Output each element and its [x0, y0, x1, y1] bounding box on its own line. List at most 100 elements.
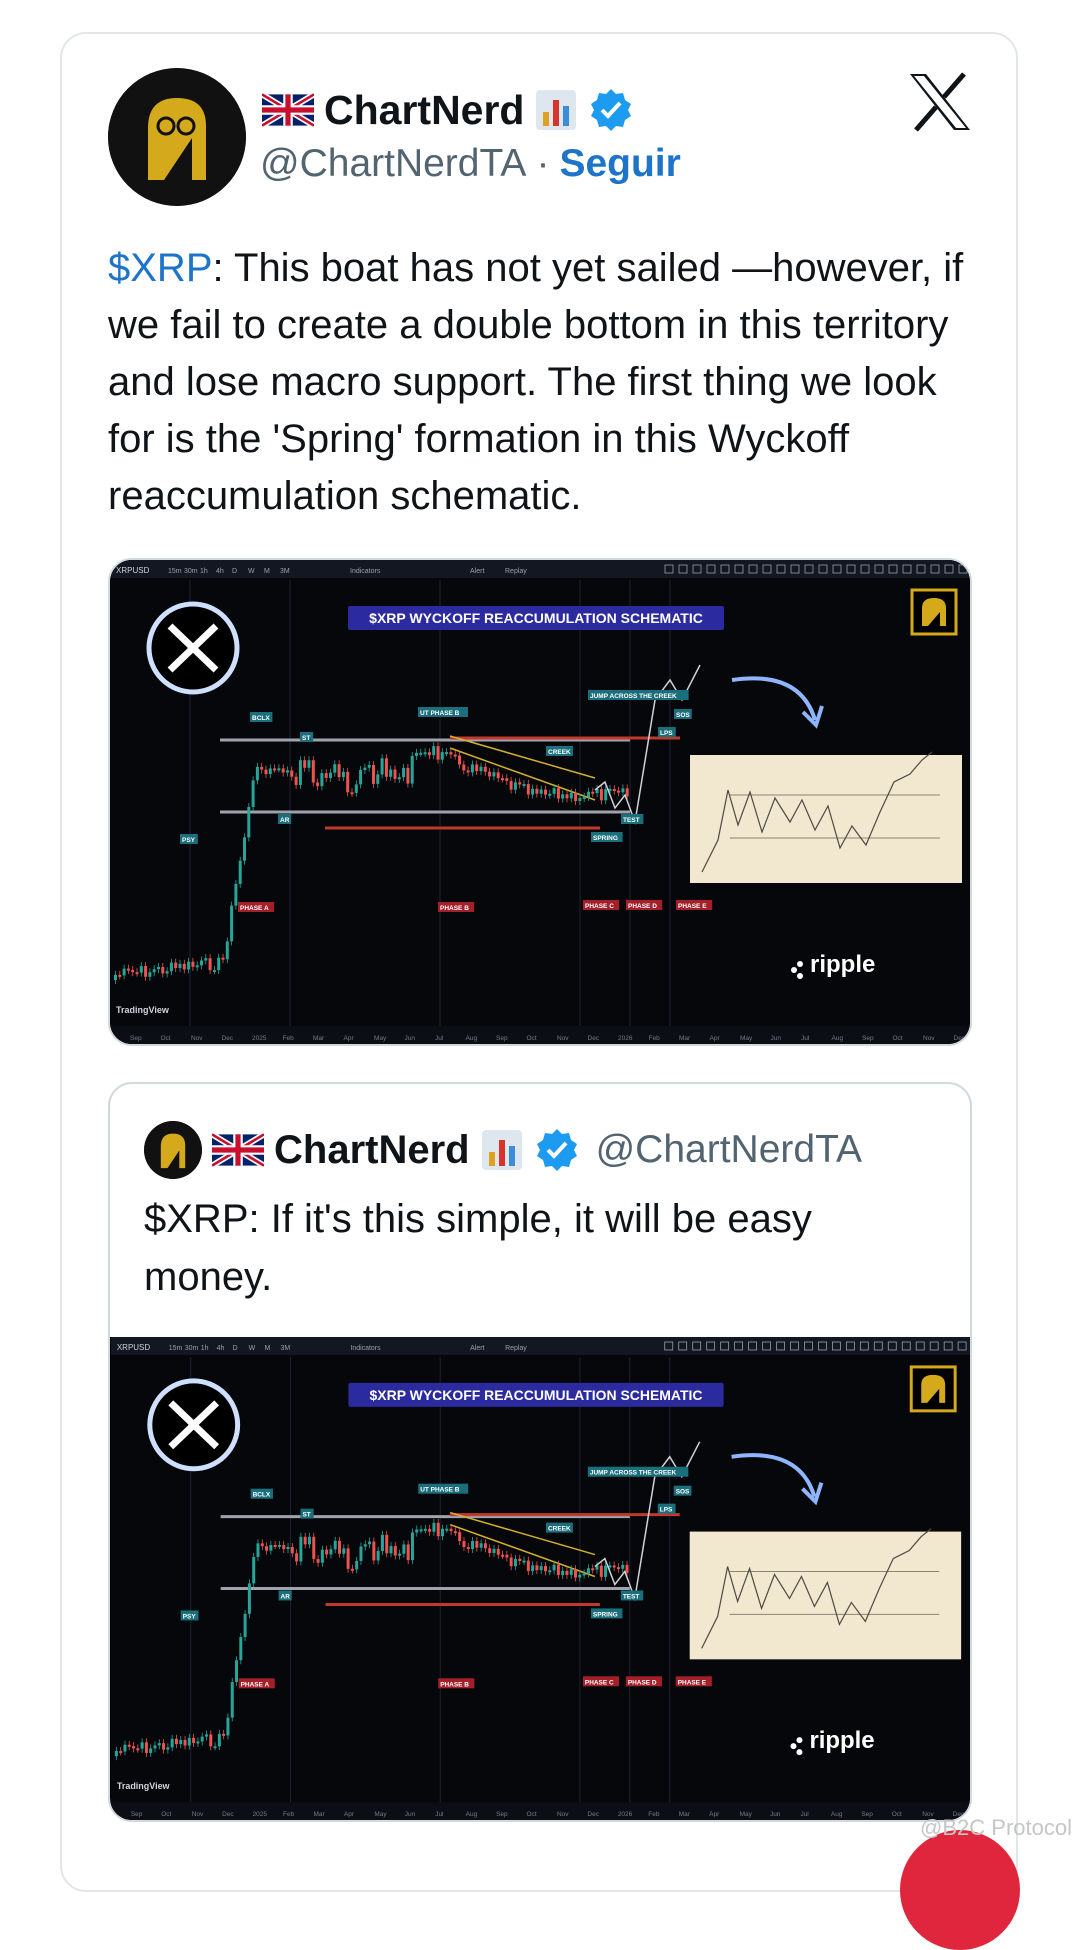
x-axis-tick: 2026: [618, 1811, 633, 1818]
candle-body: [243, 1613, 247, 1638]
candle-body: [282, 1544, 286, 1550]
candle-body: [320, 1549, 324, 1563]
timeframe-button: W: [248, 568, 255, 575]
candle-body: [286, 770, 289, 773]
quote-media-chart[interactable]: XRPUSD 15m 30m 1h 4h D W M 3M Indicators Alert Repl…: [110, 1337, 970, 1820]
candle-body: [277, 768, 281, 771]
candle-body: [548, 793, 552, 796]
candle-body: [582, 796, 586, 799]
candle-body: [307, 760, 311, 768]
candle-body: [406, 767, 410, 784]
timeframe-button: 15m: [168, 568, 182, 575]
x-axis-tick: Jul: [435, 1035, 444, 1042]
candle-body: [599, 789, 603, 801]
x-axis-tick: Nov: [191, 1035, 203, 1042]
candle-body: [252, 1556, 256, 1584]
candle-body: [144, 966, 148, 977]
follow-button[interactable]: Seguir: [559, 142, 680, 186]
candle-body: [350, 792, 354, 795]
candle-body: [402, 767, 406, 778]
quote-author-handle[interactable]: @ChartNerdTA: [596, 1128, 862, 1172]
candle-body: [440, 752, 444, 760]
candle-body: [329, 772, 332, 778]
candle-body: [410, 755, 414, 784]
candle-body: [453, 1531, 457, 1534]
candle-body: [621, 788, 625, 793]
x-axis-tick: Sep: [862, 1035, 874, 1042]
label-psy: PSY: [182, 837, 196, 844]
tweet-media-chart[interactable]: XRPUSD 15m 30m 1h 4h D W M 3M Indicators Alert Repl…: [108, 558, 972, 1046]
candle-body: [161, 966, 165, 974]
candle-body: [187, 1737, 191, 1746]
candle-body: [466, 1546, 470, 1549]
candle-body: [316, 782, 320, 787]
verified-badge-icon: [536, 1129, 577, 1171]
candle-body: [225, 941, 229, 960]
timeframe-button: 1h: [200, 568, 208, 575]
quoted-tweet[interactable]: ChartNerd @ChartNerdTA $XRP: If it's thi…: [108, 1082, 972, 1822]
candle-body: [539, 789, 543, 794]
candle-body: [170, 1738, 174, 1748]
x-axis-tick: Oct: [892, 1811, 902, 1818]
candle-body: [221, 957, 225, 960]
x-axis-tick: Oct: [161, 1811, 171, 1818]
candle-body: [136, 1748, 140, 1751]
candle-body: [200, 960, 203, 966]
candle-body: [380, 758, 384, 775]
candle-body: [415, 752, 418, 756]
candle-body: [312, 1536, 316, 1560]
x-axis-tick: Mar: [313, 1035, 325, 1042]
candle-body: [483, 1543, 487, 1549]
candle-body: [144, 1742, 148, 1753]
candle-body: [230, 905, 234, 942]
candle-body: [556, 1564, 560, 1576]
candle-body: [552, 1564, 556, 1571]
author-avatar[interactable]: [108, 68, 246, 206]
candle-body: [625, 1564, 629, 1573]
ripple-brand: ripple: [809, 1727, 874, 1754]
chart-toolbar: [110, 1337, 970, 1355]
candle-body: [612, 1565, 616, 1568]
x-axis-tick: Feb: [649, 1035, 661, 1042]
candle-body: [625, 788, 629, 797]
candle-body: [165, 971, 169, 974]
candle-body: [535, 788, 539, 794]
candle-body: [565, 794, 569, 799]
candle-body: [178, 963, 182, 968]
candle-body: [298, 760, 302, 785]
bar-chart-emoji-icon: [536, 90, 577, 130]
author-handle-row: @ChartNerdTA · Seguir: [260, 142, 681, 186]
candle-body: [148, 972, 152, 977]
candle-body: [389, 1546, 393, 1554]
candle-body: [522, 1560, 526, 1563]
cashtag-link[interactable]: $XRP: [108, 246, 213, 290]
quote-author-name[interactable]: ChartNerd: [274, 1128, 470, 1173]
timeframe-button: 15m: [169, 1345, 183, 1352]
x-axis-tick: Jun: [771, 1035, 782, 1042]
timeframe-button: 30m: [184, 568, 198, 575]
ripple-logo-icon: [790, 1743, 797, 1750]
label-sos: SOS: [676, 1489, 690, 1496]
verified-badge-icon: [591, 89, 632, 131]
author-handle[interactable]: @ChartNerdTA: [260, 142, 526, 186]
candle-body: [350, 1568, 354, 1571]
candle-body: [471, 1541, 475, 1549]
candle-body: [389, 769, 393, 777]
x-axis-tick: 2026: [618, 1035, 633, 1042]
candle-body: [333, 1540, 337, 1550]
candle-body: [114, 1751, 118, 1757]
floating-action-button[interactable]: [900, 1830, 1020, 1950]
candle-body: [548, 1570, 552, 1573]
candle-body: [436, 746, 440, 760]
candle-body: [449, 752, 453, 755]
author-name[interactable]: ChartNerd: [324, 87, 524, 134]
tradingview-logo: TradingView: [117, 1781, 170, 1791]
candle-body: [273, 1545, 277, 1547]
candle-body: [449, 1528, 453, 1532]
candle-body: [539, 1566, 543, 1571]
quote-avatar[interactable]: [144, 1121, 202, 1179]
candle-body: [346, 771, 350, 793]
timeframe-button: D: [233, 1345, 238, 1352]
candle-body: [462, 1541, 466, 1547]
x-logo-icon[interactable]: [908, 72, 972, 132]
